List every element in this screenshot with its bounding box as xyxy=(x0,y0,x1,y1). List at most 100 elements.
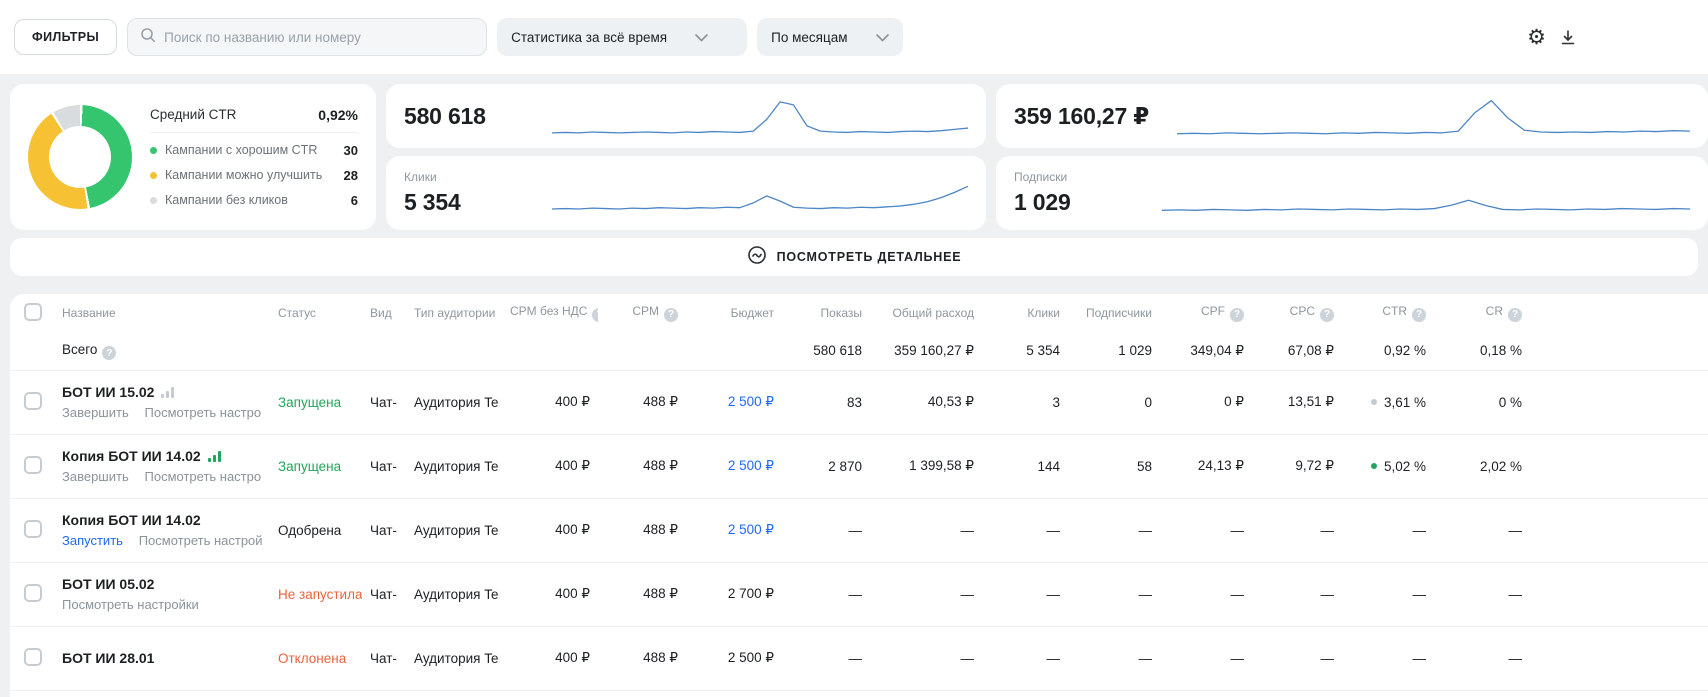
cpc-value: 9,72 ₽ xyxy=(1252,433,1342,498)
cpm-value: 488 ₽ xyxy=(598,497,686,562)
row-checkbox[interactable] xyxy=(24,583,42,602)
table-row: БОТ ИИ 05.02 Посмотреть настройки Не зап… xyxy=(10,561,1708,626)
row-checkbox[interactable] xyxy=(24,519,42,538)
ctr-value: — xyxy=(1342,625,1434,690)
toolbar: ФИЛЬТРЫ Статистика за всё время По месяц… xyxy=(0,0,1708,74)
header-budget: Бюджет xyxy=(730,306,774,320)
impressions-sparkline xyxy=(552,93,968,139)
help-icon[interactable]: ? xyxy=(1230,307,1244,322)
impressions-card: 580 618 xyxy=(386,84,986,148)
yellow-dot-icon xyxy=(150,171,157,179)
clicks-value: 144 xyxy=(982,433,1068,498)
audience-type: Аудитория Te xyxy=(406,561,502,626)
spend-value: — xyxy=(870,561,982,626)
header-cpc: CPC? xyxy=(1252,294,1342,332)
cpc-value: — xyxy=(1252,625,1342,690)
audience-type: Аудитория Te xyxy=(406,625,502,690)
launch-link[interactable]: Запустить xyxy=(62,533,123,548)
total-ctr: 0,92 % xyxy=(1383,343,1426,359)
legend-item-can-improve: Кампании можно улучшить 28 xyxy=(150,168,358,183)
search-icon xyxy=(140,27,156,48)
clicks-value: — xyxy=(982,497,1068,562)
status-badge: Одобрена xyxy=(270,497,362,562)
cpc-value: — xyxy=(1252,497,1342,562)
campaign-name[interactable]: БОТ ИИ 05.02 xyxy=(62,576,154,592)
view-settings-link[interactable]: Посмотреть настройки xyxy=(145,469,263,484)
header-total-spend: Общий расход xyxy=(892,306,974,320)
header-clicks: Клики xyxy=(1027,306,1060,320)
table-row: Копия БОТ ИИ 14.02 Завершить Посмотреть … xyxy=(10,433,1708,498)
cpm-value: 488 ₽ xyxy=(598,561,686,626)
total-subscribers: 1 029 xyxy=(1118,343,1152,359)
shows-value: — xyxy=(782,561,870,626)
help-icon[interactable]: ? xyxy=(102,346,117,360)
campaign-name[interactable]: Копия БОТ ИИ 14.02 xyxy=(62,448,201,464)
grouping-select[interactable]: По месяцам xyxy=(757,18,903,56)
total-cpc: 67,08 ₽ xyxy=(1287,342,1334,358)
help-icon[interactable]: ? xyxy=(1320,307,1334,322)
download-icon[interactable] xyxy=(1560,29,1576,51)
clicks-value: — xyxy=(982,625,1068,690)
cr-value: — xyxy=(1434,625,1530,690)
help-icon[interactable]: ? xyxy=(592,307,598,322)
ctr-value: 5,02 % xyxy=(1383,458,1426,474)
campaign-name[interactable]: Копия БОТ ИИ 14.02 xyxy=(62,512,201,528)
clicks-sparkline xyxy=(552,170,968,216)
status-badge: Отклонена xyxy=(270,625,362,690)
spend-value: — xyxy=(870,497,982,562)
view-settings-link[interactable]: Посмотреть настройки xyxy=(139,533,262,548)
cpm-value: 488 ₽ xyxy=(598,625,686,690)
view-settings-link[interactable]: Посмотреть настройки xyxy=(145,405,263,420)
subscriptions-label: Подписки xyxy=(1014,170,1068,184)
budget-link[interactable]: 2 500 ₽ xyxy=(728,522,774,537)
finish-link[interactable]: Завершить xyxy=(62,469,129,484)
total-label: Всего xyxy=(62,341,98,357)
table-header-row: Название Статус Вид Тип аудитории CPM бе… xyxy=(10,294,1708,332)
settings-gear-icon[interactable]: ⚙ xyxy=(1527,27,1546,48)
cr-value: — xyxy=(1434,497,1530,562)
header-status: Статус xyxy=(278,306,316,320)
campaigns-table: Название Статус Вид Тип аудитории CPM бе… xyxy=(10,294,1708,697)
view-details-label: ПОСМОТРЕТЬ ДЕТАЛЬНЕЕ xyxy=(776,250,962,264)
bar-chart-icon xyxy=(161,386,175,398)
spend-card: 359 160,27 ₽ xyxy=(996,84,1708,148)
select-all-checkbox[interactable] xyxy=(24,302,42,321)
header-ctr: CTR? xyxy=(1342,294,1434,332)
filters-button[interactable]: ФИЛЬТРЫ xyxy=(14,19,118,55)
help-icon[interactable]: ? xyxy=(664,307,678,322)
subscriptions-value: 1 029 xyxy=(1014,189,1071,215)
budget-link[interactable]: 2 500 ₽ xyxy=(728,458,774,473)
help-icon[interactable]: ? xyxy=(1508,307,1522,322)
budget-link[interactable]: 2 500 ₽ xyxy=(728,394,774,409)
subscribers-value: — xyxy=(1068,625,1160,690)
grouping-value: По месяцам xyxy=(771,29,848,45)
spend-value: 40,53 ₽ xyxy=(870,369,982,434)
chevron-down-icon xyxy=(695,30,708,45)
search-box[interactable] xyxy=(127,18,488,56)
spend-value: 1 399,58 ₽ xyxy=(870,433,982,498)
subscribers-value: 0 xyxy=(1068,369,1160,434)
help-icon[interactable]: ? xyxy=(1412,307,1426,322)
row-checkbox[interactable] xyxy=(24,647,42,666)
search-input[interactable] xyxy=(164,29,475,45)
shows-value: — xyxy=(782,625,870,690)
subscribers-value: — xyxy=(1068,497,1160,562)
row-checkbox[interactable] xyxy=(24,455,42,474)
spend-sparkline xyxy=(1177,93,1690,139)
campaign-kind: Чат- xyxy=(362,497,406,562)
ctr-quality-dot xyxy=(1370,398,1377,405)
campaign-name[interactable]: БОТ ИИ 28.01 xyxy=(62,650,154,666)
table-row: Копия БОТ ИИ 14.02 Запустить Посмотреть … xyxy=(10,497,1708,562)
cpm-net-value: 400 ₽ xyxy=(502,433,598,498)
finish-link[interactable]: Завершить xyxy=(62,405,129,420)
view-details-button[interactable]: ПОСМОТРЕТЬ ДЕТАЛЬНЕЕ xyxy=(10,238,1698,276)
header-cpm: CPM? xyxy=(598,294,686,332)
cpm-net-value: 400 ₽ xyxy=(502,561,598,626)
status-badge: Запущена xyxy=(270,433,362,498)
row-checkbox[interactable] xyxy=(24,391,42,410)
header-shows: Показы xyxy=(820,306,862,320)
campaign-name[interactable]: БОТ ИИ 15.02 xyxy=(62,384,154,400)
stats-period-select[interactable]: Статистика за всё время xyxy=(497,18,748,56)
view-settings-link[interactable]: Посмотреть настройки xyxy=(62,597,199,612)
legend-item-good-ctr: Кампании с хорошим CTR 30 xyxy=(150,143,358,158)
